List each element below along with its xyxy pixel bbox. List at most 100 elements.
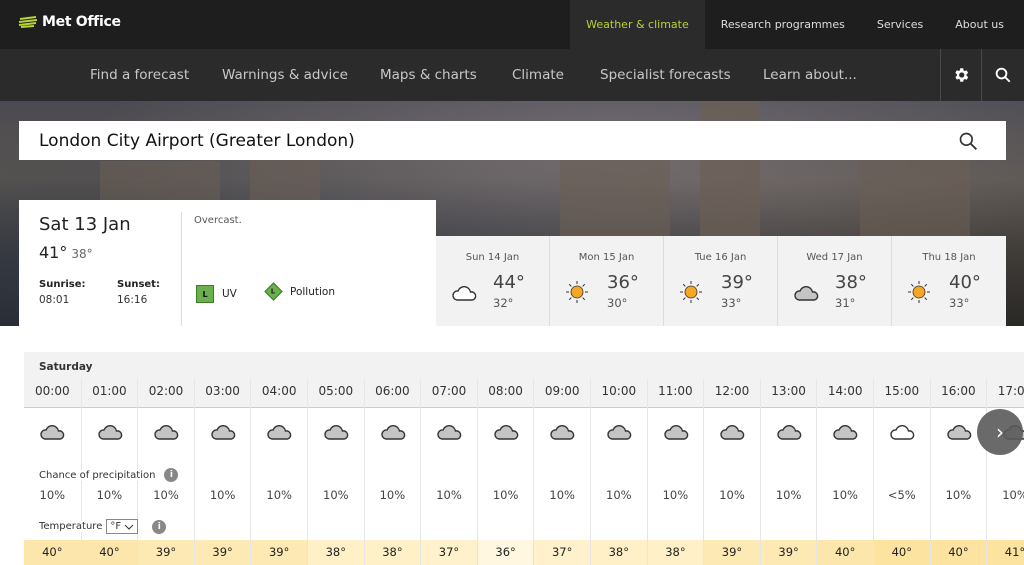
sunset-time: 16:16 xyxy=(117,294,148,306)
hour-column: 15:00 <5% 40° xyxy=(873,379,930,565)
sunrise-time: 08:01 xyxy=(39,294,70,306)
hour-time: 12:00 xyxy=(714,384,750,398)
day-low: 33° xyxy=(949,296,970,310)
next-hours-button[interactable]: › xyxy=(977,409,1023,455)
day-card[interactable]: Tue 16 Jan 39° 33° xyxy=(664,236,778,326)
day-high: 40° xyxy=(949,272,981,293)
precip-value: 10% xyxy=(662,488,689,502)
precip-value: 10% xyxy=(549,488,575,502)
hour-column: 08:00 10% 36° xyxy=(476,379,534,565)
hour-column: 13:00 10% 39° xyxy=(759,379,817,565)
temp-value: 40° xyxy=(817,540,873,565)
sunrise-label: Sunrise: xyxy=(39,279,86,290)
temp-value: 39° xyxy=(194,540,251,565)
hour-time: 08:00 xyxy=(488,384,523,398)
high-temp: 41° xyxy=(39,243,68,262)
hour-column: 12:00 10% 39° xyxy=(703,379,760,565)
uv-label: UV xyxy=(222,288,237,300)
main-nav: Find a forecast Warnings & advice Maps &… xyxy=(0,49,1024,101)
precip-value: 10% xyxy=(492,488,519,502)
cloud-icon xyxy=(719,423,747,445)
precip-value: <5% xyxy=(887,488,916,502)
temp-value: 39° xyxy=(251,540,307,565)
search-icon[interactable] xyxy=(981,49,1024,101)
cloud-icon xyxy=(832,423,860,445)
nav-learn[interactable]: Learn about... xyxy=(763,49,857,101)
hour-column: 03:00 10% 39° xyxy=(193,379,251,565)
day-date: Sun 14 Jan xyxy=(465,252,520,263)
hour-time: 05:00 xyxy=(318,384,354,398)
cloud-icon xyxy=(323,423,351,445)
info-icon[interactable]: i xyxy=(152,519,167,534)
sun-icon xyxy=(565,280,589,308)
uv-level-badge: L xyxy=(196,285,214,303)
divider xyxy=(181,212,182,326)
day-card[interactable]: Thu 18 Jan 40° 33° xyxy=(892,236,1006,326)
info-icon[interactable]: i xyxy=(164,468,179,482)
gear-icon[interactable] xyxy=(940,49,981,101)
day-card[interactable]: Sun 14 Jan 44° 32° xyxy=(436,236,550,326)
day-high: 39° xyxy=(721,272,753,293)
cloud-icon xyxy=(946,423,974,445)
hour-time: 09:00 xyxy=(544,384,580,398)
cloud-icon xyxy=(39,423,67,445)
day-date: Mon 15 Jan xyxy=(578,252,635,263)
cloud-icon xyxy=(210,423,238,445)
cloud-icon xyxy=(97,423,125,445)
uv-indicator[interactable]: L UV xyxy=(196,285,237,303)
toplink-research[interactable]: Research programmes xyxy=(705,0,861,49)
hour-time: 10:00 xyxy=(601,384,637,398)
hour-column: 16:00 10% 40° xyxy=(929,379,987,565)
hour-time: 15:00 xyxy=(884,384,920,398)
location-search-input[interactable]: London City Airport (Greater London) xyxy=(19,121,1006,160)
cloud-icon xyxy=(663,423,691,445)
search-value: London City Airport (Greater London) xyxy=(39,130,355,151)
sunset-label: Sunset: xyxy=(117,279,160,290)
temp-value: 38° xyxy=(308,540,364,565)
toplink-weather-climate[interactable]: Weather & climate xyxy=(570,0,705,49)
nav-warnings[interactable]: Warnings & advice xyxy=(222,49,348,101)
today-date: Sat 13 Jan xyxy=(39,214,131,235)
temp-value: 40° xyxy=(24,540,81,565)
precip-value: 10% xyxy=(436,488,462,502)
precip-value: 10% xyxy=(39,488,66,502)
hour-time: 03:00 xyxy=(205,384,240,398)
cloud-icon xyxy=(451,284,479,306)
daily-forecast: Sun 14 Jan 44° 32° Mon 15 Jan 36° 30° Tue 16 J… xyxy=(436,236,1006,326)
sun-icon xyxy=(907,280,931,308)
day-low: 33° xyxy=(721,296,742,310)
nav-find-forecast[interactable]: Find a forecast xyxy=(90,49,189,101)
met-office-logo[interactable]: Met Office xyxy=(18,14,121,30)
hour-column: 14:00 10% 40° xyxy=(816,379,873,565)
hour-time: 01:00 xyxy=(92,384,127,398)
today-card[interactable]: Sat 13 Jan 41° 38° Sunrise: 08:01 Sunset:… xyxy=(19,200,436,326)
nav-climate[interactable]: Climate xyxy=(512,49,564,101)
cloud-icon xyxy=(889,423,917,445)
sun-icon xyxy=(679,280,703,308)
toplink-about[interactable]: About us xyxy=(939,0,1024,49)
hour-column: 11:00 10% 38° xyxy=(646,379,704,565)
pollution-label: Pollution xyxy=(290,285,335,298)
nav-maps-charts[interactable]: Maps & charts xyxy=(380,49,477,101)
pollution-level-badge: L xyxy=(264,282,283,301)
temp-value: 38° xyxy=(647,540,704,565)
day-date: Wed 17 Jan xyxy=(806,252,863,263)
day-low: 31° xyxy=(835,296,856,310)
temp-value: 38° xyxy=(364,540,421,565)
toplink-services[interactable]: Services xyxy=(861,0,939,49)
cloud-icon xyxy=(266,423,294,445)
nav-specialist[interactable]: Specialist forecasts xyxy=(600,49,731,101)
search-icon[interactable] xyxy=(958,131,978,156)
precip-value: 10% xyxy=(832,488,858,502)
hour-time: 07:00 xyxy=(431,384,467,398)
temp-value: 40° xyxy=(81,540,138,565)
precip-value: 10% xyxy=(96,488,123,502)
hour-column: 04:00 10% 39° xyxy=(250,379,307,565)
day-card[interactable]: Wed 17 Jan 38° 31° xyxy=(778,236,892,326)
day-card[interactable]: Mon 15 Jan 36° 30° xyxy=(550,236,664,326)
pollution-indicator[interactable]: L Pollution xyxy=(264,282,335,301)
brand-name: Met Office xyxy=(42,14,121,30)
unit-select[interactable]: °F xyxy=(106,519,139,534)
precip-value: 10% xyxy=(153,488,179,502)
temp-value: 38° xyxy=(591,540,647,565)
